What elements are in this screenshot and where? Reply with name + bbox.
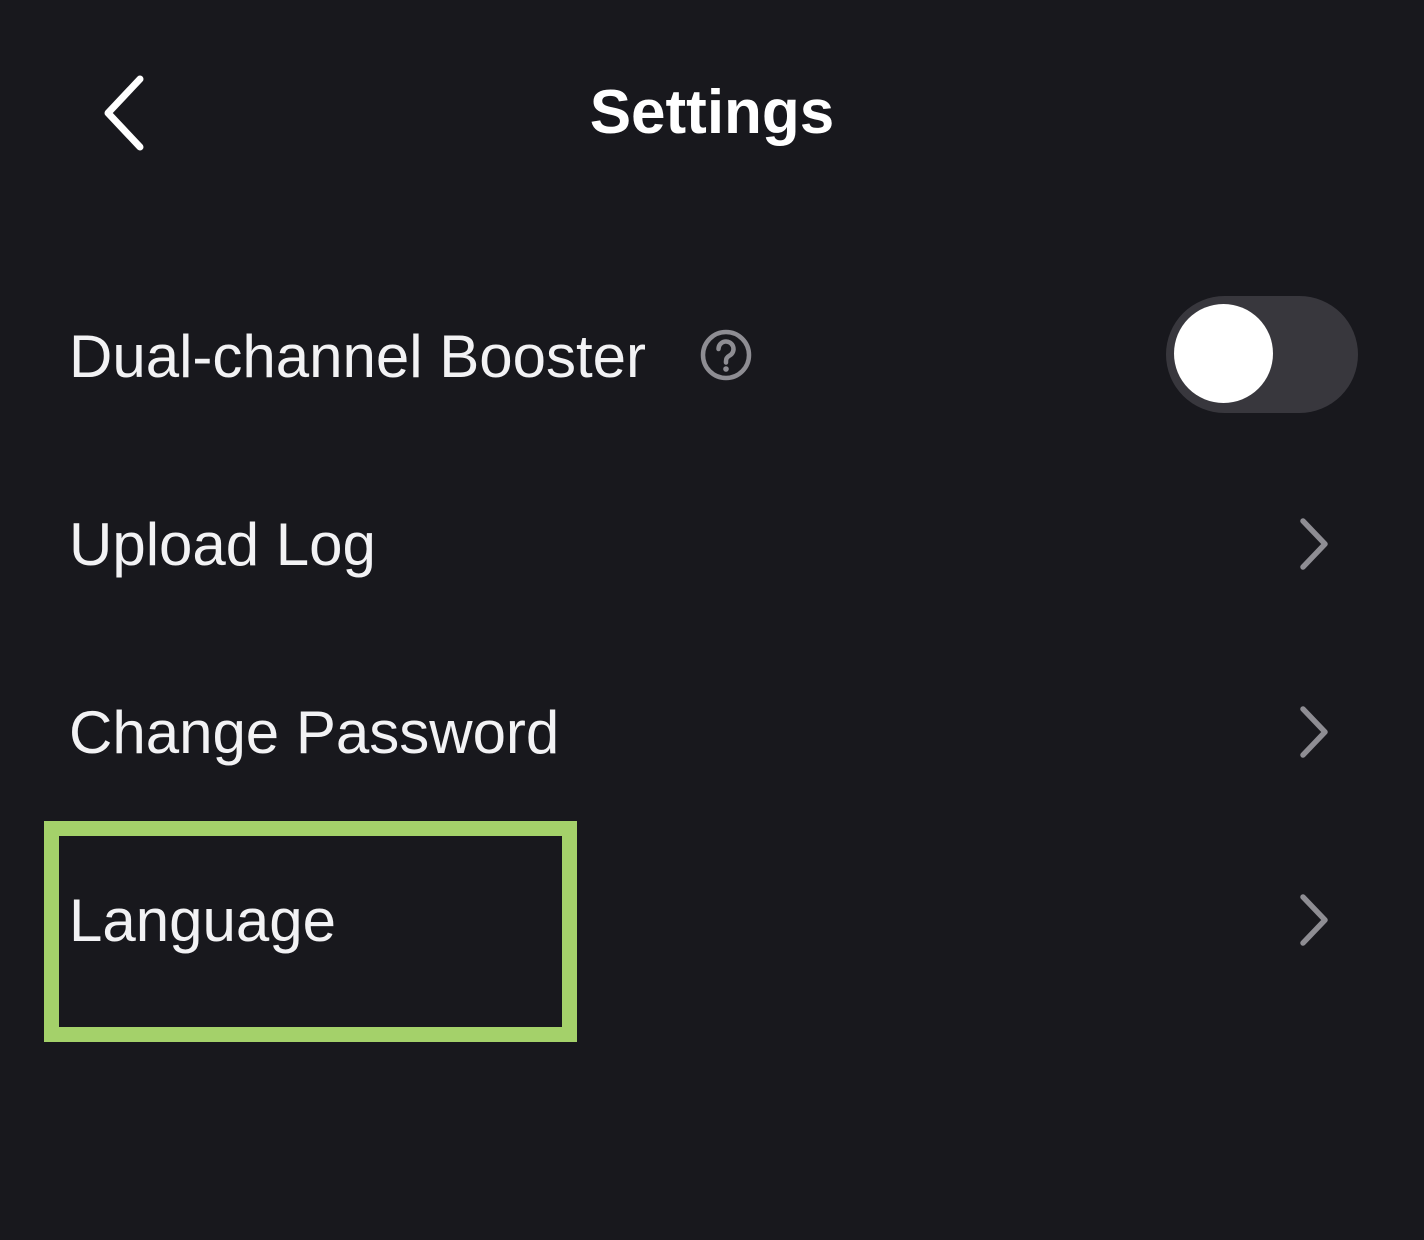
upload-log-label: Upload Log [69, 511, 376, 578]
header-bar: Settings [0, 0, 1424, 230]
settings-row-change-password[interactable]: Change Password [0, 638, 1424, 826]
dual-channel-booster-toggle[interactable] [1166, 296, 1358, 413]
settings-row-upload-log[interactable]: Upload Log [0, 450, 1424, 638]
question-circle-icon [700, 329, 752, 381]
change-password-label: Change Password [69, 699, 560, 766]
chevron-right-icon [1294, 516, 1334, 572]
chevron-right-icon [1294, 892, 1334, 948]
chevron-right-icon [1294, 704, 1334, 760]
page-title: Settings [589, 78, 835, 147]
settings-row-language[interactable]: Language [0, 826, 1424, 1014]
toggle-knob [1174, 304, 1273, 403]
dual-channel-booster-label: Dual-channel Booster [69, 323, 647, 390]
help-button[interactable] [697, 326, 755, 384]
language-label: Language [69, 887, 336, 954]
